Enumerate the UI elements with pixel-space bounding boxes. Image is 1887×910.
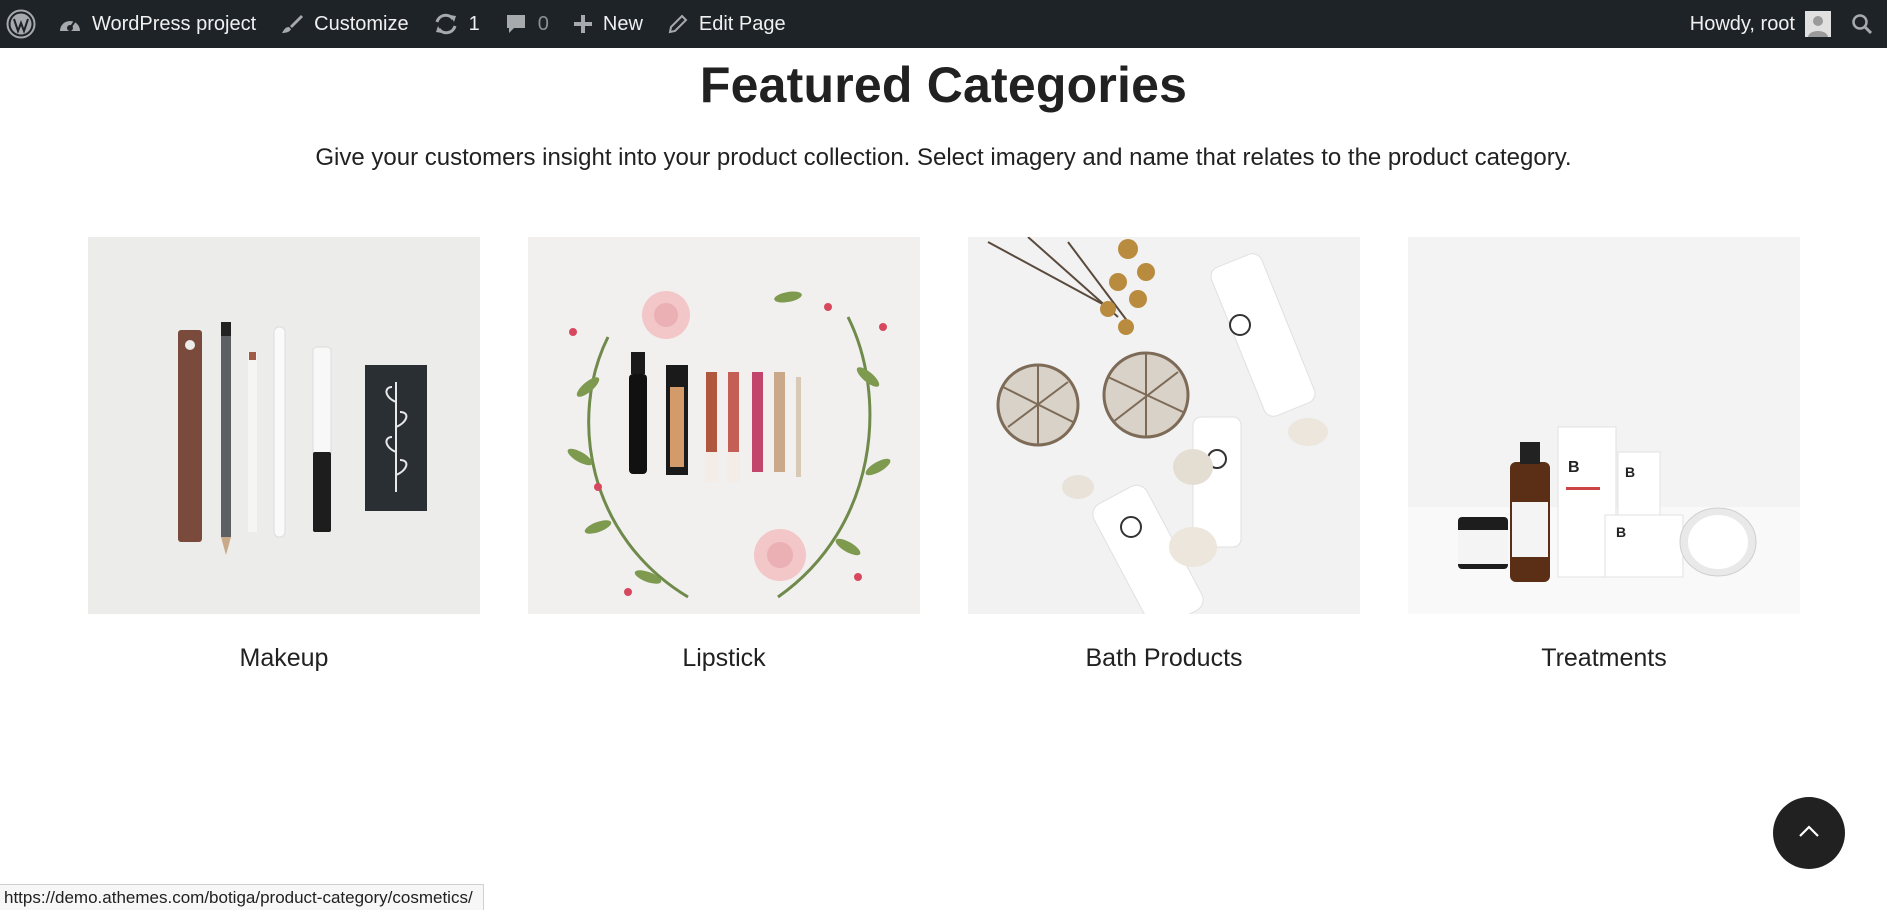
status-url: https://demo.athemes.com/botiga/product-… [4, 887, 473, 907]
plus-icon [573, 14, 593, 34]
site-name-menu[interactable]: WordPress project [46, 0, 268, 48]
customize-link[interactable]: Customize [268, 0, 420, 48]
new-label: New [602, 12, 643, 35]
wordpress-logo-button[interactable] [0, 0, 46, 48]
search-icon [1851, 13, 1873, 35]
search-button[interactable] [1843, 0, 1887, 48]
svg-text:B: B [1616, 524, 1626, 540]
admin-bar: WordPress project Customize 1 0 New Edit… [0, 0, 1887, 48]
svg-text:B: B [1568, 459, 1580, 476]
category-label-treatments[interactable]: Treatments [1408, 644, 1800, 673]
section-subtitle: Give your customers insight into your pr… [315, 144, 1572, 171]
category-card-makeup[interactable]: Makeup [88, 237, 480, 673]
updates-refresh-icon [433, 12, 459, 36]
chevron-up-icon [1798, 824, 1820, 843]
comment-bubble-icon [504, 12, 528, 36]
category-label-bath-products[interactable]: Bath Products [968, 644, 1360, 673]
svg-text:B: B [1625, 464, 1635, 480]
updates-link[interactable]: 1 [421, 0, 492, 48]
edit-page-link[interactable]: Edit Page [655, 0, 798, 48]
pencil-icon [667, 13, 689, 35]
new-content-menu[interactable]: New [561, 0, 655, 48]
edit-page-label: Edit Page [698, 12, 786, 35]
category-label-makeup[interactable]: Makeup [88, 644, 480, 673]
section-title: Featured Categories [699, 57, 1188, 113]
category-label-lipstick[interactable]: Lipstick [528, 644, 920, 673]
category-image-bath-products[interactable] [968, 237, 1360, 614]
my-account-menu[interactable]: Howdy, root [1678, 0, 1843, 48]
status-url-bar: https://demo.athemes.com/botiga/product-… [0, 884, 484, 910]
category-grid: Makeup Lipstick Bath Products B B B Trea… [88, 237, 1800, 673]
comments-link[interactable]: 0 [492, 0, 561, 48]
updates-count: 1 [468, 12, 480, 35]
back-to-top-button[interactable] [1773, 797, 1845, 869]
howdy-label: Howdy, root [1689, 12, 1795, 35]
customize-label: Customize [314, 12, 409, 35]
dashboard-gauge-icon [58, 13, 82, 35]
category-card-lipstick[interactable]: Lipstick [528, 237, 920, 673]
comments-count: 0 [537, 12, 549, 35]
site-name-label: WordPress project [92, 12, 257, 35]
wordpress-icon [6, 9, 36, 39]
category-image-treatments[interactable]: B B B [1408, 237, 1800, 614]
category-card-treatments[interactable]: B B B Treatments [1408, 237, 1800, 673]
paintbrush-icon [280, 12, 304, 36]
category-image-makeup[interactable] [88, 237, 480, 614]
category-image-lipstick[interactable] [528, 237, 920, 614]
avatar [1805, 11, 1831, 37]
category-card-bath-products[interactable]: Bath Products [968, 237, 1360, 673]
